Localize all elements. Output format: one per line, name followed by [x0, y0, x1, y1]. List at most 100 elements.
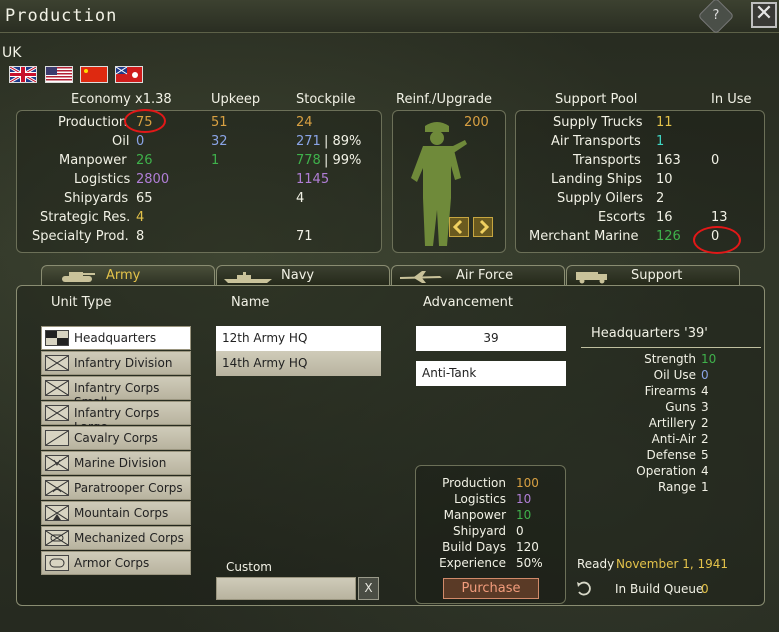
tab-army[interactable]: Army [41, 265, 215, 286]
support-value-landing-ships: 10 [656, 172, 673, 187]
unit-name-item[interactable]: 12th Army HQ [216, 326, 381, 351]
support-label-escorts: Escorts [598, 210, 646, 225]
support-label-air-transports: Air Transports [551, 134, 641, 149]
flag-bermuda-icon[interactable] [115, 66, 143, 83]
economy-label-specialty: Specialty Prod. [32, 229, 129, 244]
reinforce-value: 200 [464, 115, 489, 130]
support-value-transports: 163 [656, 153, 681, 168]
cavalry-icon [45, 430, 69, 446]
unit-type-cavalry-corps[interactable]: Cavalry Corps [41, 426, 191, 450]
stockpile-value-production: 24 [296, 115, 313, 130]
custom-name-input[interactable] [216, 577, 356, 600]
nation-label: UK [2, 45, 22, 61]
chevron-left-icon[interactable] [449, 217, 469, 237]
chevron-right-icon[interactable] [473, 217, 493, 237]
mountain-icon [45, 505, 69, 521]
unit-type-infantry-corps-small[interactable]: Infantry Corps Small [41, 376, 191, 409]
unit-type-mechanized-corps[interactable]: Mechanized Corps [41, 526, 191, 550]
stat-label-defense: Defense [646, 448, 696, 462]
tab-air-force[interactable]: Air Force [391, 265, 565, 286]
mechanized-icon [45, 530, 69, 546]
clear-custom-button[interactable]: X [358, 577, 379, 600]
armor-icon [45, 555, 69, 571]
stockpile-value-shipyards: 4 [296, 191, 305, 206]
undo-arrow-icon[interactable] [575, 580, 591, 600]
ready-label: Ready [577, 557, 615, 571]
plane-icon [400, 271, 442, 283]
stat-label-artillery: Artillery [648, 416, 696, 430]
headquarters-icon [45, 330, 69, 346]
unit-name-item[interactable]: 14th Army HQ [216, 351, 381, 376]
truck-icon [576, 272, 607, 284]
economy-label-manpower: Manpower [59, 153, 127, 168]
purchase-button[interactable]: Purchase [443, 578, 539, 599]
flag-uk-icon[interactable] [9, 65, 37, 84]
stat-value-operation: 4 [701, 464, 709, 478]
tab-support[interactable]: Support [566, 265, 740, 286]
annotation-circle [693, 226, 741, 254]
stat-label-operation: Operation [636, 464, 696, 478]
flag-us-icon[interactable] [45, 66, 73, 83]
help-icon: ? [712, 8, 720, 23]
support-value-supply-oilers: 2 [656, 191, 665, 206]
tab-navy[interactable]: Navy [216, 265, 390, 286]
cost-label-build-days: Build Days [442, 540, 506, 554]
close-button[interactable]: ✕ [751, 2, 777, 28]
unit-type-infantry-corps-large[interactable]: Infantry Corps Large [41, 401, 191, 434]
stockpile-header: Stockpile [296, 92, 356, 107]
unit-type-label: Cavalry Corps [74, 431, 158, 445]
cost-label-production: Production [442, 476, 506, 490]
support-value-merchant-marine: 126 [656, 229, 681, 244]
support-label-landing-ships: Landing Ships [551, 172, 643, 187]
unit-name-label: 12th Army HQ [222, 331, 308, 345]
stat-value-firearms: 4 [701, 384, 709, 398]
window-title: Production [5, 6, 118, 26]
unit-type-label: Marine Division [74, 456, 167, 470]
economy-value-strategic: 4 [136, 210, 145, 225]
unit-type-headquarters[interactable]: Headquarters [41, 326, 191, 350]
stat-value-strength: 10 [701, 352, 717, 366]
economy-value-logistics: 2800 [136, 172, 170, 187]
unit-type-mountain-corps[interactable]: Mountain Corps [41, 501, 191, 525]
advancement-value[interactable]: 39 [416, 326, 566, 351]
support-value-air-transports: 1 [656, 134, 665, 149]
in-use-header: In Use [711, 92, 752, 107]
support-label-transports: Transports [573, 153, 641, 168]
unit-type-paratrooper-corps[interactable]: Paratrooper Corps [41, 476, 191, 500]
upkeep-value-production: 51 [211, 115, 228, 130]
stat-label-firearms: Firearms [644, 384, 696, 398]
upkeep-value-manpower: 1 [211, 153, 220, 168]
stockpile-value-oil: 271 [296, 134, 321, 149]
tab-navy-label: Navy [281, 268, 315, 283]
unit-info-title: Headquarters '39' [591, 326, 708, 341]
custom-label: Custom [226, 560, 272, 574]
stockpile-value-manpower: 778 [296, 153, 321, 168]
unit-type-marine-division[interactable]: Marine Division [41, 451, 191, 475]
unit-type-label: Headquarters [74, 331, 157, 345]
ship-icon [224, 272, 272, 283]
ready-date: November 1, 1941 [616, 557, 729, 571]
stockpile-value-specialty: 71 [296, 229, 313, 244]
economy-value-oil: 0 [136, 134, 145, 149]
help-button[interactable]: ? [697, 0, 735, 35]
advancement-header: Advancement [423, 295, 513, 310]
unit-type-header: Unit Type [51, 295, 112, 310]
unit-type-infantry-division[interactable]: Infantry Division [41, 351, 191, 375]
annotation-circle [124, 109, 166, 133]
stat-value-defense: 5 [701, 448, 709, 462]
divider [581, 347, 761, 348]
economy-label-strategic: Strategic Res. [40, 210, 131, 225]
cost-label-manpower: Manpower [443, 508, 506, 522]
stat-value-guns: 3 [701, 400, 709, 414]
cost-label-logistics: Logistics [454, 492, 506, 506]
stat-label-anti-air: Anti-Air [651, 432, 696, 446]
unit-type-armor-corps[interactable]: Armor Corps [41, 551, 191, 575]
stat-value-oil-use: 0 [701, 368, 709, 382]
economy-value-manpower: 26 [136, 153, 153, 168]
stockpile-extra-oil: | 89% [324, 134, 362, 149]
support-value-supply-trucks: 11 [656, 115, 673, 130]
advancement-special[interactable]: Anti-Tank [416, 361, 566, 386]
economy-value-specialty: 8 [136, 229, 145, 244]
infantry-icon [45, 405, 69, 421]
flag-china-icon[interactable] [80, 66, 108, 83]
